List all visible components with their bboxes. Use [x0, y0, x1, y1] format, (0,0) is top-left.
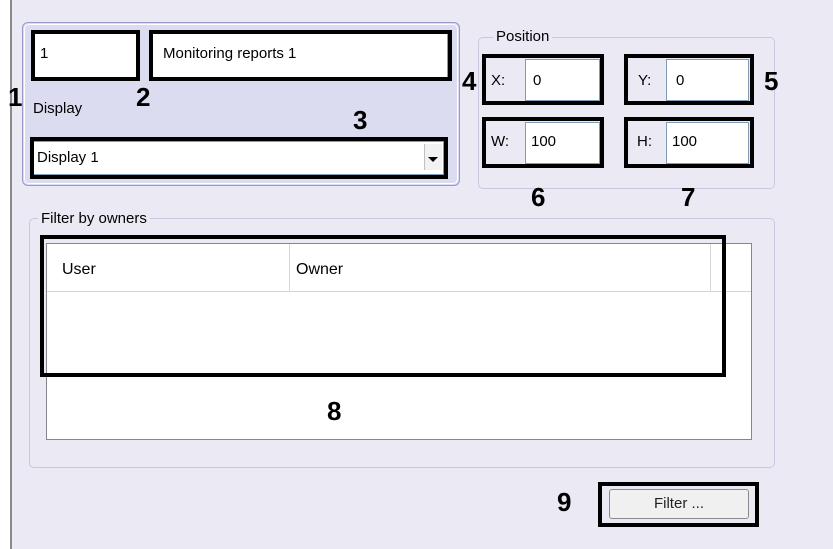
callout-frame-2 — [149, 30, 452, 81]
filter-legend: Filter by owners — [38, 211, 150, 226]
callout-frame-3 — [30, 137, 448, 179]
position-legend: Position — [493, 29, 553, 44]
callout-number-2: 2 — [136, 82, 151, 112]
display-label: Display — [33, 100, 83, 117]
callout-number-5: 5 — [764, 66, 779, 96]
callout-number-6: 6 — [531, 182, 546, 212]
callout-frame-4 — [482, 54, 604, 105]
callout-number-1: 1 — [8, 82, 23, 112]
callout-number-7: 7 — [681, 182, 696, 212]
callout-number-8: 8 — [327, 396, 342, 426]
callout-frame-8 — [40, 235, 726, 377]
callout-frame-9 — [598, 482, 759, 527]
callout-number-9: 9 — [557, 487, 572, 517]
callout-frame-6 — [482, 117, 604, 168]
callout-number-3: 3 — [353, 105, 368, 135]
callout-frame-5 — [624, 54, 754, 105]
callout-number-4: 4 — [462, 66, 477, 96]
callout-frame-1 — [31, 30, 140, 81]
callout-frame-7 — [624, 117, 754, 168]
